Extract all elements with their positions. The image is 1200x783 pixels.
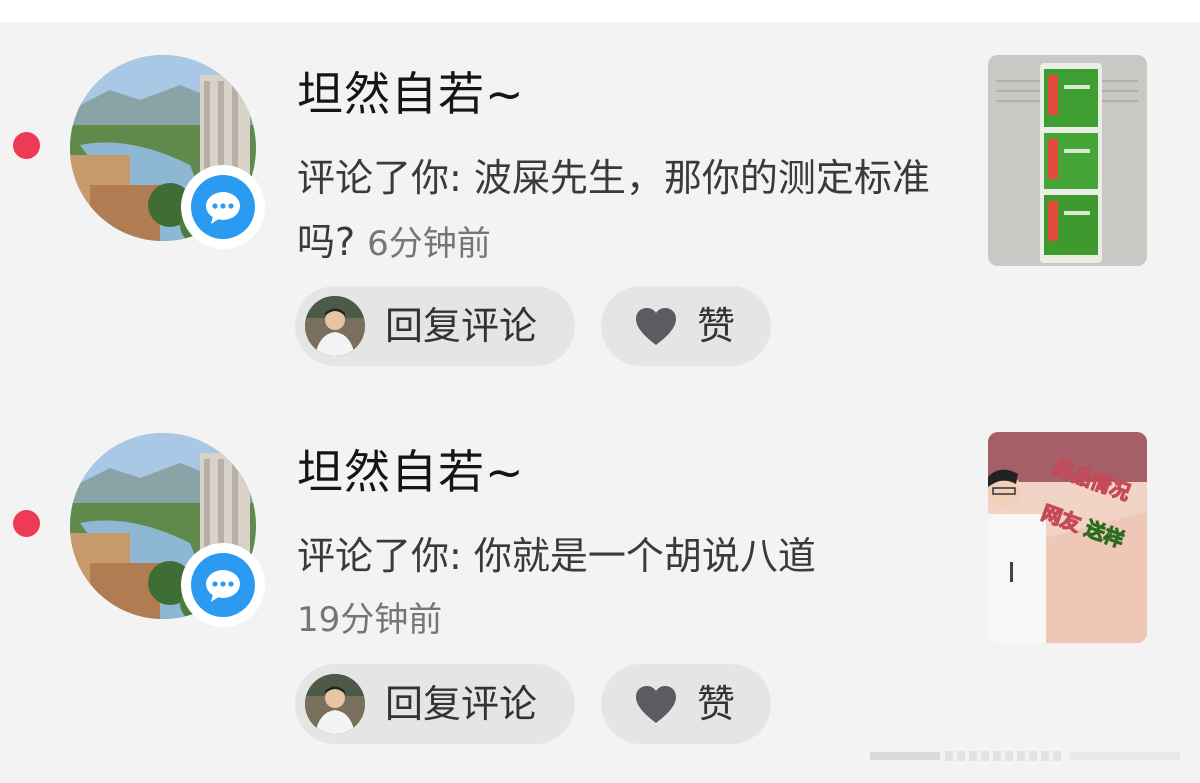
notification-item[interactable]: 坦然自若~ 评论了你: 你就是一个胡说八道 19分钟前 回复评论 赞 药品情况 … xyxy=(0,400,1200,744)
username[interactable]: 坦然自若~ xyxy=(297,444,525,500)
top-strip xyxy=(0,0,1200,22)
scrollbar[interactable] xyxy=(870,749,1190,763)
reply-comment-button[interactable]: 回复评论 xyxy=(295,664,575,744)
timestamp: 6分钟前 xyxy=(367,224,491,264)
my-avatar xyxy=(305,674,365,734)
message-badge xyxy=(181,165,265,249)
post-thumbnail[interactable]: 药品情况 网友 送样 xyxy=(988,432,1147,643)
reply-comment-label: 回复评论 xyxy=(385,304,538,348)
unread-dot-icon xyxy=(13,510,40,537)
my-avatar xyxy=(305,296,365,356)
comment-text: 评论了你: 你就是一个胡说八道 xyxy=(297,524,937,588)
reply-comment-button[interactable]: 回复评论 xyxy=(295,286,575,366)
timestamp: 19分钟前 xyxy=(297,600,443,640)
heart-icon xyxy=(636,308,676,345)
comment-text: 评论了你: 波屎先生，那你的测定标准吗? 6分钟前 xyxy=(297,146,937,276)
message-badge xyxy=(181,543,265,627)
notification-item[interactable]: 坦然自若~ 评论了你: 波屎先生，那你的测定标准吗? 6分钟前 回复评论 赞 xyxy=(0,22,1200,366)
like-button[interactable]: 赞 xyxy=(601,286,771,366)
post-thumbnail[interactable] xyxy=(988,55,1147,266)
reply-comment-label: 回复评论 xyxy=(385,682,538,726)
comment-body: 评论了你: 你就是一个胡说八道 xyxy=(297,534,816,578)
like-label: 赞 xyxy=(697,304,736,348)
unread-dot-icon xyxy=(13,132,40,159)
like-label: 赞 xyxy=(697,682,736,726)
like-button[interactable]: 赞 xyxy=(601,664,771,744)
heart-icon xyxy=(636,686,676,723)
username[interactable]: 坦然自若~ xyxy=(297,66,525,122)
chat-bubble-icon xyxy=(191,175,255,239)
chat-bubble-icon xyxy=(191,553,255,617)
